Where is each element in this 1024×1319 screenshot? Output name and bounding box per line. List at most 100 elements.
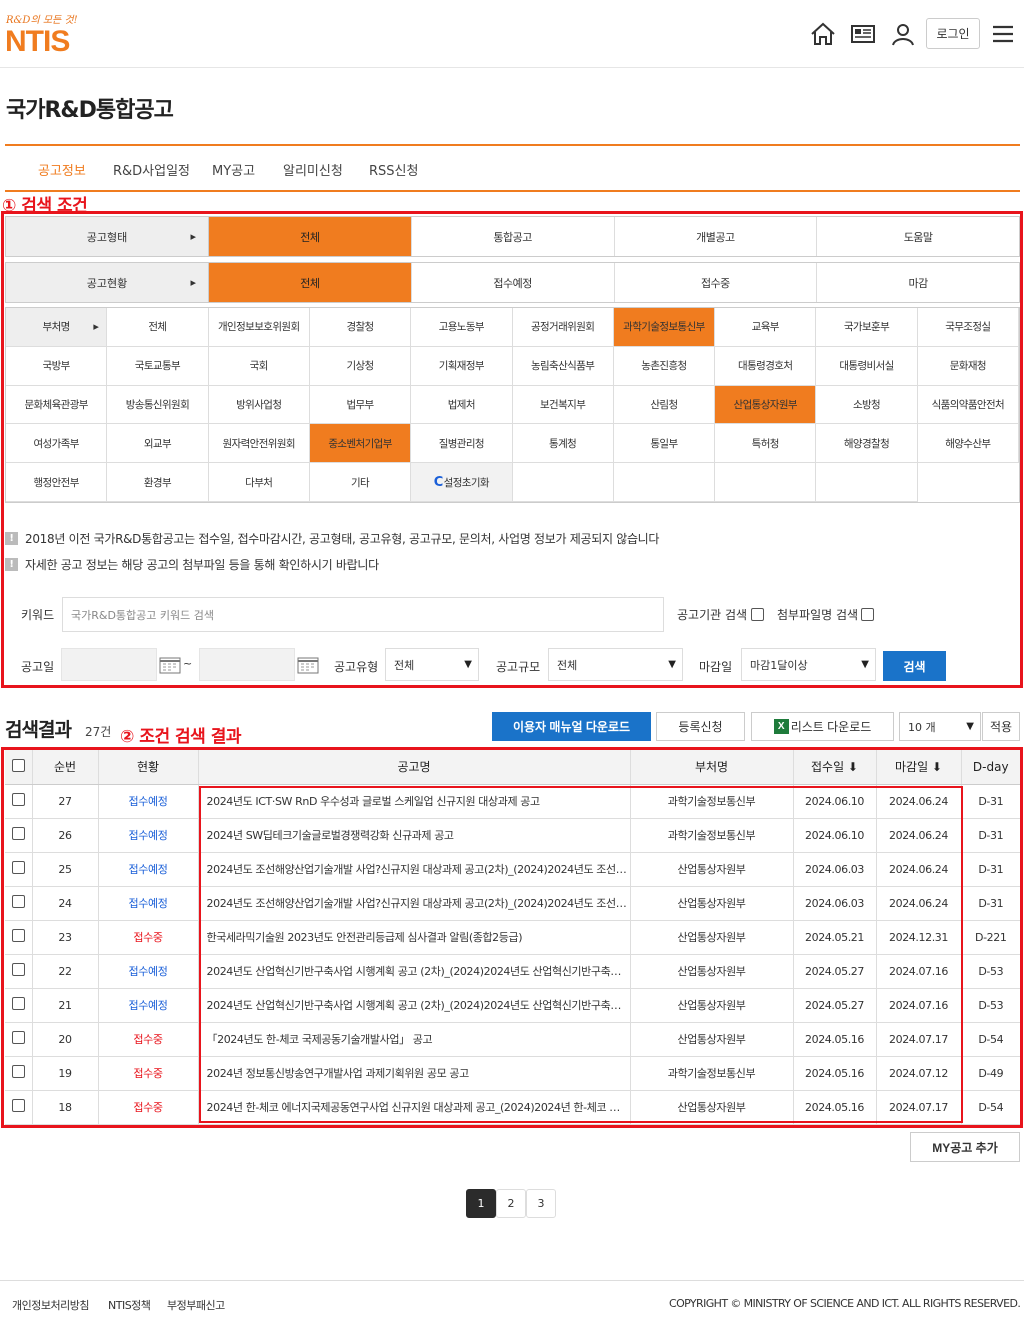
- dept-item[interactable]: 다부처: [208, 463, 310, 502]
- tab-alert-request[interactable]: 알리미신청: [283, 160, 343, 179]
- page-title: 국가R&D통합공고: [6, 98, 174, 123]
- dept-filter-label: 부처명: [6, 308, 108, 347]
- reset-filters-button[interactable]: C 설정초기화: [411, 463, 513, 502]
- excel-icon: X: [773, 719, 789, 734]
- date-to-input[interactable]: [199, 648, 295, 681]
- dept-item[interactable]: 행정안전부: [6, 463, 108, 502]
- news-icon[interactable]: [849, 20, 877, 48]
- dept-item[interactable]: 산림청: [613, 385, 716, 425]
- dept-item[interactable]: 소방청: [816, 385, 918, 425]
- list-download-button[interactable]: X 리스트 다운로드: [751, 712, 894, 741]
- dept-item[interactable]: 문화체육관광부: [6, 385, 108, 425]
- dept-item[interactable]: 국회: [208, 346, 310, 386]
- tab-notice-info[interactable]: 공고정보: [38, 160, 86, 179]
- dept-item[interactable]: 국토교통부: [107, 346, 209, 386]
- list-download-label: 리스트 다운로드: [790, 720, 872, 734]
- dept-item[interactable]: 농림축산식품부: [512, 346, 614, 386]
- dept-item[interactable]: 국가보훈부: [816, 308, 918, 347]
- filter-status-all[interactable]: 전체: [209, 263, 412, 302]
- dept-item[interactable]: 국무조정실: [917, 308, 1019, 347]
- home-icon[interactable]: [809, 20, 837, 48]
- dept-item[interactable]: 농촌진흥청: [613, 346, 716, 386]
- page-size-select[interactable]: 10 개: [899, 712, 981, 741]
- filter-status-upcoming[interactable]: 접수예정: [412, 263, 615, 302]
- filter-status-open[interactable]: 접수중: [615, 263, 818, 302]
- empty-cell: [613, 463, 716, 502]
- login-button[interactable]: 로그인: [926, 18, 980, 49]
- scale-select[interactable]: 전체: [548, 648, 683, 681]
- deadline-select[interactable]: 마감1달이상: [741, 648, 876, 681]
- dept-item[interactable]: 해양수산부: [917, 424, 1019, 464]
- dept-item[interactable]: 산업통상자원부: [715, 385, 817, 425]
- dept-item[interactable]: 원자력안전위원회: [208, 424, 310, 464]
- date-from-input[interactable]: [61, 648, 157, 681]
- dept-item[interactable]: 교육부: [715, 308, 817, 347]
- register-button[interactable]: 등록신청: [656, 712, 745, 741]
- dept-item[interactable]: 통계청: [512, 424, 614, 464]
- dept-item[interactable]: 통일부: [613, 424, 716, 464]
- dept-item[interactable]: 경찰청: [309, 308, 412, 347]
- dept-item[interactable]: 방위사업청: [208, 385, 310, 425]
- notice-1-text: 2018년 이전 국가R&D통합공고는 접수일, 접수마감시간, 공고형태, 공…: [25, 532, 660, 546]
- dept-item[interactable]: 고용노동부: [411, 308, 513, 347]
- dept-item[interactable]: 기획재정부: [411, 346, 513, 386]
- page-3-button[interactable]: 3: [526, 1189, 556, 1218]
- dept-item[interactable]: 공정거래위원회: [512, 308, 614, 347]
- dept-item[interactable]: 중소벤처기업부: [309, 424, 412, 464]
- dept-item[interactable]: 기타: [309, 463, 412, 502]
- dept-item[interactable]: 국방부: [6, 346, 108, 386]
- page-2-button[interactable]: 2: [496, 1189, 526, 1218]
- dept-item[interactable]: 전체: [107, 308, 209, 347]
- notice-icon: !: [5, 558, 18, 571]
- kind-select[interactable]: 전체: [385, 648, 479, 681]
- dept-item[interactable]: 보건복지부: [512, 385, 614, 425]
- keyword-input[interactable]: 국가R&D통합공고 키워드 검색: [62, 597, 664, 632]
- footer-policy-link[interactable]: NTIS정책: [108, 1297, 151, 1313]
- file-search-checkbox[interactable]: [861, 608, 874, 621]
- calendar-icon[interactable]: [159, 656, 181, 678]
- calendar-icon[interactable]: [297, 656, 319, 678]
- notice-1: ! 2018년 이전 국가R&D통합공고는 접수일, 접수마감시간, 공고형태, …: [5, 530, 659, 547]
- dept-item[interactable]: 문화재청: [917, 346, 1019, 386]
- dept-item[interactable]: 질병관리청: [411, 424, 513, 464]
- filter-type-help[interactable]: 도움말: [817, 217, 1019, 256]
- empty-cell: [715, 463, 817, 502]
- tabs-top-line: [5, 144, 1020, 146]
- dept-item[interactable]: 대통령비서실: [816, 346, 918, 386]
- dept-item[interactable]: 법제처: [411, 385, 513, 425]
- dept-item[interactable]: 방송통신위원회: [107, 385, 209, 425]
- filter-type-all[interactable]: 전체: [209, 217, 412, 256]
- reset-label: 설정초기화: [443, 476, 490, 489]
- dept-item[interactable]: 특허청: [715, 424, 817, 464]
- org-search-checkbox[interactable]: [751, 608, 764, 621]
- filter-type-label: 공고형태: [6, 217, 209, 256]
- logo[interactable]: NTIS: [5, 25, 70, 59]
- tab-rss-request[interactable]: RSS신청: [369, 160, 418, 179]
- apply-button[interactable]: 적용: [982, 712, 1020, 741]
- dept-item[interactable]: 법무부: [309, 385, 412, 425]
- filter-status-closed[interactable]: 마감: [817, 263, 1019, 302]
- dept-item[interactable]: 환경부: [107, 463, 209, 502]
- tab-my-notice[interactable]: MY공고: [212, 160, 255, 179]
- page-1-button[interactable]: 1: [466, 1189, 496, 1218]
- dept-item[interactable]: 식품의약품안전처: [917, 385, 1019, 425]
- manual-download-button[interactable]: 이용자 매뉴얼 다운로드: [492, 712, 651, 741]
- footer-report-link[interactable]: 부정부패신고: [167, 1297, 225, 1313]
- filter-status-label: 공고현황: [6, 263, 209, 302]
- filter-type-integrated[interactable]: 통합공고: [412, 217, 615, 256]
- dept-item[interactable]: 해양경찰청: [816, 424, 918, 464]
- annotation-search-results: ② 조건 검색 결과: [120, 727, 242, 747]
- menu-icon[interactable]: [989, 20, 1017, 48]
- dept-item[interactable]: 대통령경호처: [715, 346, 817, 386]
- dept-item[interactable]: 과학기술정보통신부: [613, 308, 716, 347]
- search-button[interactable]: 검색: [883, 651, 946, 681]
- dept-item[interactable]: 여성가족부: [6, 424, 108, 464]
- dept-item[interactable]: 기상청: [309, 346, 412, 386]
- footer-privacy-link[interactable]: 개인정보처리방침: [12, 1297, 89, 1313]
- tab-rnd-schedule[interactable]: R&D사업일정: [113, 160, 190, 179]
- user-icon[interactable]: [889, 20, 917, 48]
- dept-item[interactable]: 외교부: [107, 424, 209, 464]
- my-notice-add-button[interactable]: MY공고 추가: [910, 1132, 1020, 1162]
- filter-type-individual[interactable]: 개별공고: [615, 217, 818, 256]
- dept-item[interactable]: 개인정보보호위원회: [208, 308, 310, 347]
